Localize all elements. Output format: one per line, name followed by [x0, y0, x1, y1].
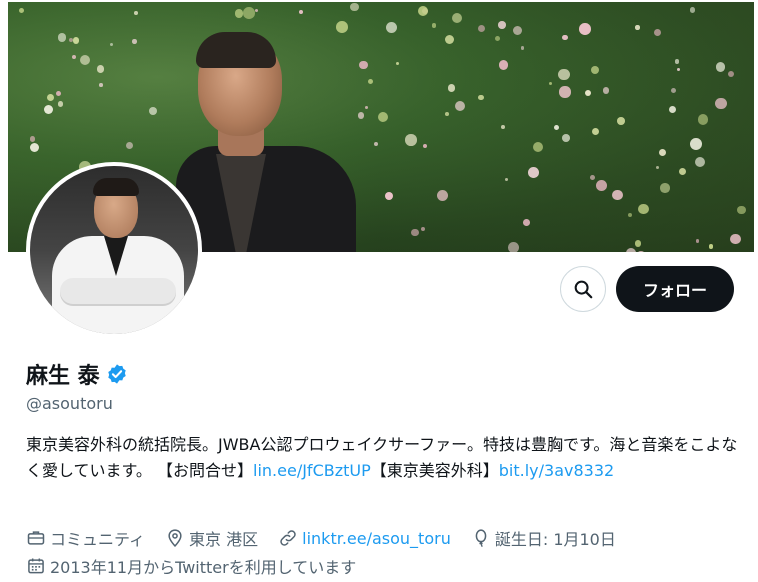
meta-joined-text: 2013年11月からTwitterを利用しています: [50, 558, 357, 577]
bio-text-2: 【東京美容外科】: [370, 461, 499, 480]
briefcase-icon: [27, 531, 45, 545]
search-button[interactable]: [560, 266, 606, 312]
meta-category: コミュニティ: [26, 526, 145, 550]
meta-website-link[interactable]: linktr.ee/asou_toru: [302, 529, 451, 548]
profile-bio: 東京美容外科の統括院長。JWBA公認プロウェイクサーファー。特技は豊胸です。海と…: [26, 432, 738, 484]
profile-handle: @asoutoru: [26, 394, 113, 413]
profile-name: 麻生 泰: [26, 364, 100, 389]
location-pin-icon: [168, 529, 182, 547]
banner-person-photo: [176, 30, 356, 252]
meta-website[interactable]: linktr.ee/asou_toru: [278, 528, 451, 548]
profile-name-row: 麻生 泰: [26, 358, 128, 390]
profile-avatar[interactable]: [26, 162, 202, 338]
meta-joined: 2013年11月からTwitterを利用しています: [26, 554, 356, 578]
verified-badge-icon[interactable]: [106, 363, 128, 385]
meta-location-text: 東京 港区: [189, 530, 259, 549]
profile-meta: コミュニティ 東京 港区 linktr.ee/asou_toru 誕生日: 1月…: [26, 526, 738, 582]
bio-link-bitly[interactable]: bit.ly/3av8332: [499, 461, 614, 480]
calendar-icon: [28, 558, 44, 574]
meta-birthday: 誕生日: 1月10日: [471, 526, 616, 550]
birthday-balloon-icon: [475, 529, 487, 547]
meta-location: 東京 港区: [165, 526, 258, 550]
follow-button[interactable]: フォロー: [616, 266, 734, 312]
meta-category-text: コミュニティ: [50, 530, 146, 549]
bio-link-line[interactable]: lin.ee/JfCBztUP: [253, 461, 371, 480]
search-icon: [574, 280, 593, 299]
meta-birthday-text: 誕生日: 1月10日: [494, 530, 616, 549]
link-icon: [280, 530, 296, 546]
